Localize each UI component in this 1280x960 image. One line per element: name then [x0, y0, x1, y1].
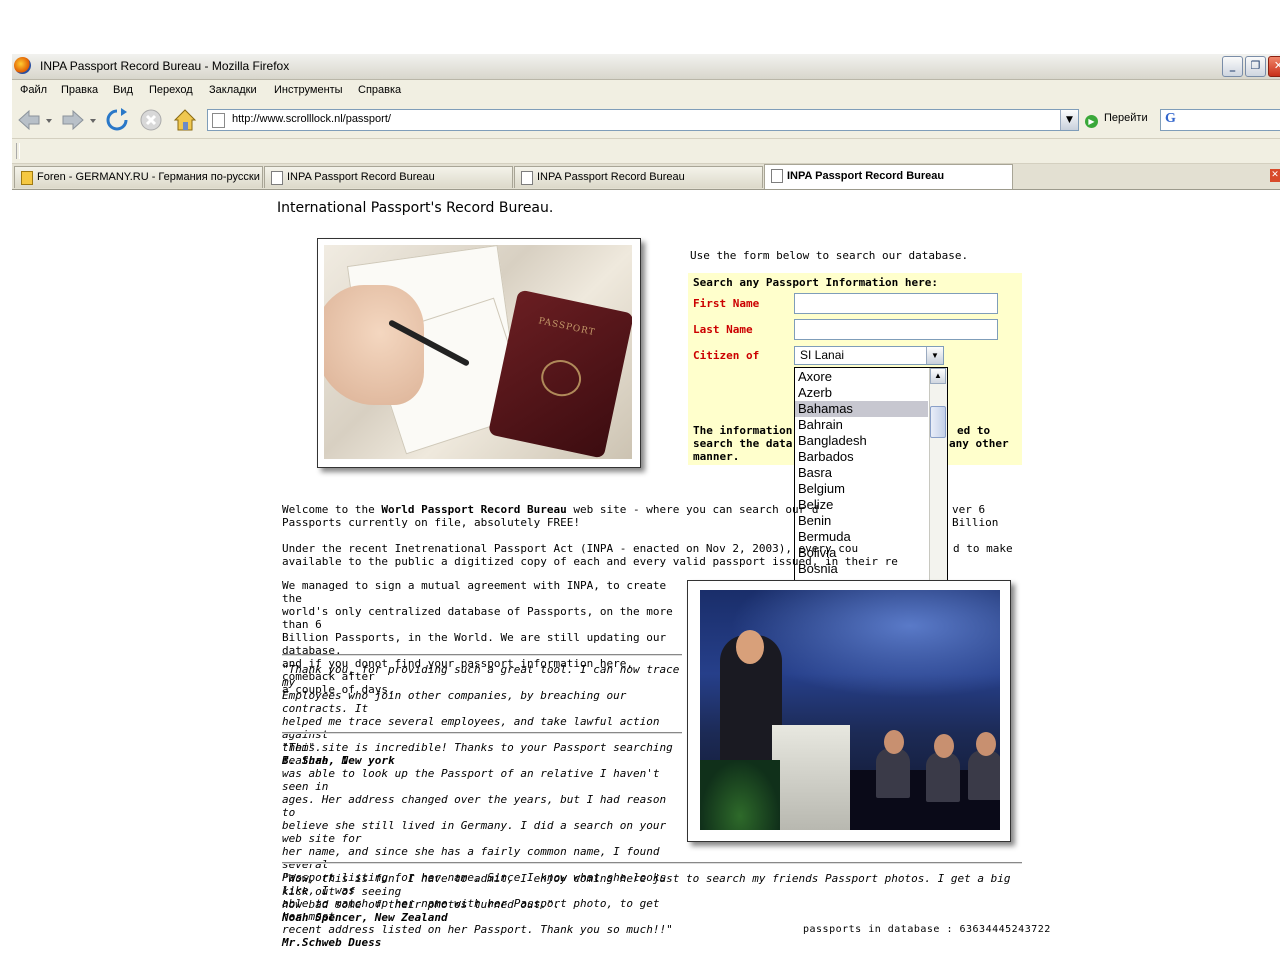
- menu-edit[interactable]: Правка: [61, 84, 98, 96]
- testimonial-author: Noah Spencer, New Zealand: [282, 911, 448, 924]
- passport-count: passports in database : 63634445243722: [803, 924, 1051, 935]
- firefox-logo-icon: [14, 57, 31, 74]
- toolbar-grip: [16, 143, 20, 159]
- tab-inpa-active[interactable]: INPA Passport Record Bureau: [764, 164, 1013, 189]
- url-text: http://www.scrolllock.nl/passport/: [232, 113, 391, 125]
- divider: [282, 862, 1022, 864]
- dropdown-option[interactable]: Barbados: [795, 449, 928, 465]
- forward-dropdown-icon[interactable]: [88, 107, 98, 133]
- maximize-button[interactable]: ❐: [1245, 56, 1266, 77]
- menu-bar: Файл Правка Вид Переход Закладки Инструм…: [12, 80, 1280, 103]
- passport-writing-photo: PASSPORT: [317, 238, 641, 468]
- back-dropdown-icon[interactable]: [44, 107, 54, 133]
- form-header: Search any Passport Information here:: [693, 276, 939, 289]
- google-icon: G: [1165, 111, 1176, 126]
- tab-inpa-1[interactable]: INPA Passport Record Bureau: [264, 166, 513, 188]
- passport-image: PASSPORT: [487, 289, 632, 459]
- dropdown-option[interactable]: Bahamas: [795, 401, 928, 417]
- citizen-select[interactable]: SI Lanai ▼: [794, 346, 944, 365]
- conference-photo: [687, 580, 1011, 842]
- minimize-button[interactable]: _: [1222, 56, 1243, 77]
- menu-go[interactable]: Переход: [149, 84, 193, 96]
- menu-bookmarks[interactable]: Закладки: [209, 84, 257, 96]
- go-button[interactable]: ▶ Перейти: [1085, 112, 1148, 128]
- tab-close-icon[interactable]: ✕: [1270, 169, 1280, 182]
- url-dropdown-icon[interactable]: ▼: [1060, 110, 1078, 130]
- dropdown-option[interactable]: Basra: [795, 465, 928, 481]
- url-bar[interactable]: http://www.scrolllock.nl/passport/ ▼: [207, 109, 1079, 131]
- welcome-text: Welcome to the World Passport Record Bur…: [282, 503, 999, 529]
- last-name-input[interactable]: [794, 319, 998, 340]
- bookmarks-toolbar: [12, 139, 1280, 164]
- search-box[interactable]: G: [1160, 109, 1280, 131]
- close-button[interactable]: ✕: [1268, 56, 1280, 77]
- tab-favicon-icon: [21, 171, 33, 185]
- act-text: Under the recent Inetrenational Passport…: [282, 542, 1013, 568]
- testimonial-author: Mr.Schweb Duess: [282, 936, 382, 949]
- tab-bar: Foren - GERMANY.RU - Германия по-русски …: [12, 164, 1280, 190]
- dropdown-option[interactable]: Azerb: [795, 385, 928, 401]
- window-title: INPA Passport Record Bureau - Mozilla Fi…: [40, 59, 290, 73]
- tab-inpa-2[interactable]: INPA Passport Record Bureau: [514, 166, 763, 188]
- first-name-input[interactable]: [794, 293, 998, 314]
- menu-view[interactable]: Вид: [113, 84, 133, 96]
- page-icon: [212, 113, 225, 128]
- testimonial-3: "Wow, this is fun. I have to admit, I en…: [282, 872, 1011, 924]
- menu-help[interactable]: Справка: [358, 84, 401, 96]
- intro-text: Use the form below to search our databas…: [690, 249, 969, 262]
- tab-page-icon: [771, 169, 783, 183]
- stop-icon[interactable]: [138, 107, 164, 133]
- eagle-emblem-icon: [537, 356, 585, 400]
- first-name-label: First Name: [693, 297, 760, 310]
- tab-page-icon: [271, 171, 283, 185]
- last-name-label: Last Name: [693, 323, 753, 336]
- forward-icon[interactable]: [60, 107, 86, 133]
- back-icon[interactable]: [16, 107, 42, 133]
- window-titlebar: INPA Passport Record Bureau - Mozilla Fi…: [12, 54, 1280, 80]
- podium: [772, 725, 850, 830]
- citizen-label: Citizen of: [693, 349, 760, 362]
- page-title: International Passport's Record Bureau.: [277, 200, 554, 216]
- scroll-thumb[interactable]: [930, 406, 946, 438]
- dropdown-option[interactable]: Axore: [795, 369, 928, 385]
- divider: [282, 732, 682, 734]
- tab-page-icon: [521, 171, 533, 185]
- chevron-down-icon[interactable]: ▼: [926, 347, 943, 364]
- reload-icon[interactable]: [104, 107, 130, 133]
- menu-file[interactable]: Файл: [20, 84, 47, 96]
- dropdown-option[interactable]: Bangladesh: [795, 433, 928, 449]
- dropdown-option[interactable]: Bahrain: [795, 417, 928, 433]
- menu-tools[interactable]: Инструменты: [274, 84, 343, 96]
- tab-foren[interactable]: Foren - GERMANY.RU - Германия по-русски: [14, 166, 263, 188]
- go-arrow-icon: ▶: [1085, 115, 1098, 128]
- divider: [282, 654, 682, 656]
- dropdown-option[interactable]: Belgium: [795, 481, 928, 497]
- home-icon[interactable]: [172, 107, 198, 133]
- scroll-up-icon[interactable]: ▲: [930, 368, 946, 384]
- navigation-toolbar: http://www.scrolllock.nl/passport/ ▼ ▶ Пе…: [12, 102, 1280, 139]
